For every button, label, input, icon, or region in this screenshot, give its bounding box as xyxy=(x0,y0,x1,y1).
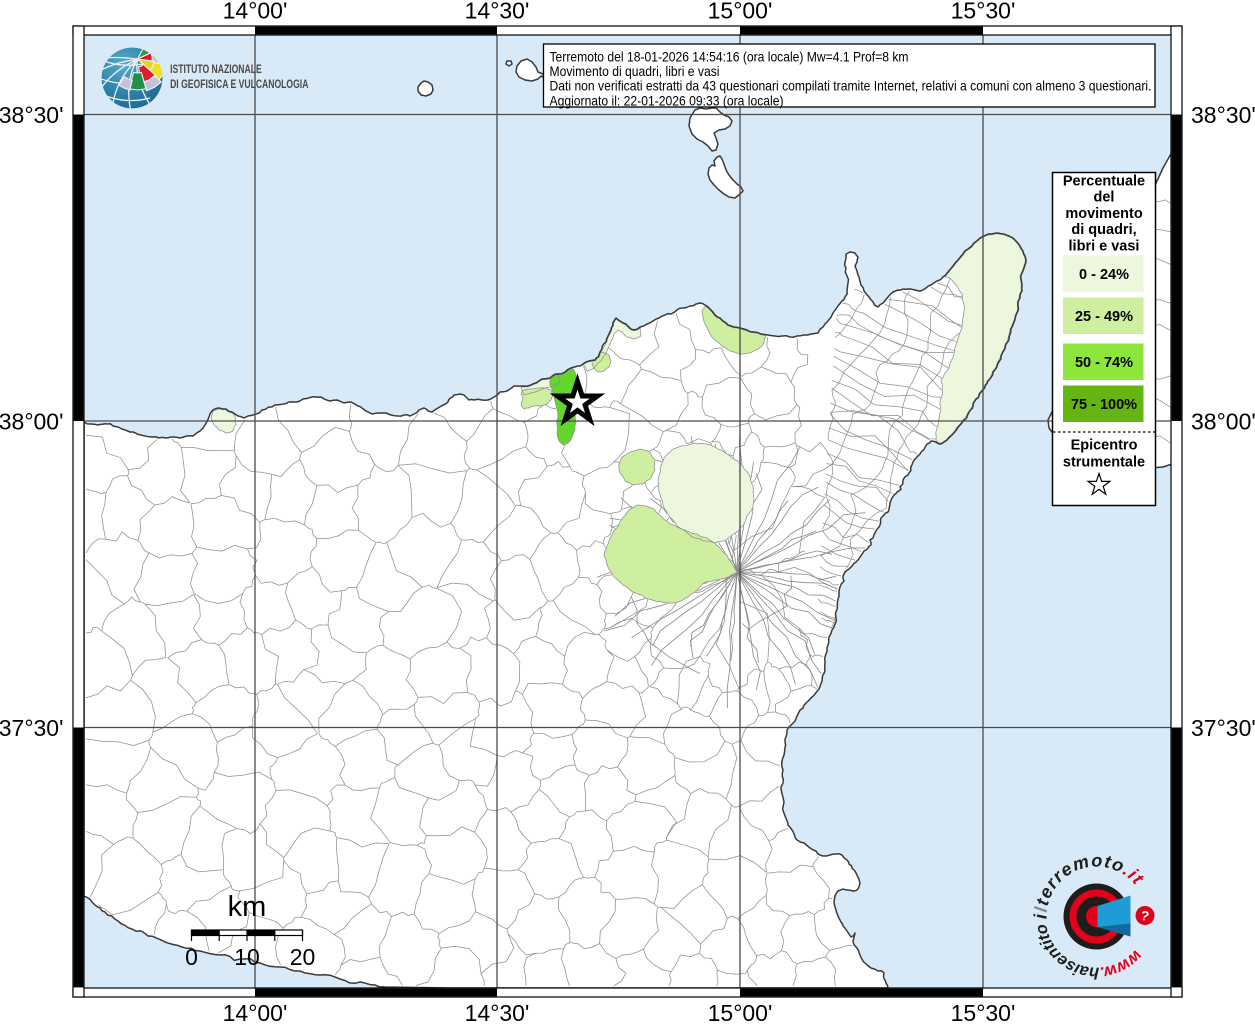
svg-text:Aggiornato il: 22-01-2026 09:3: Aggiornato il: 22-01-2026 09:33 (ora loc… xyxy=(550,92,784,108)
svg-text:movimento: movimento xyxy=(1065,206,1142,222)
svg-text:14°00': 14°00' xyxy=(223,0,288,24)
svg-text:37°30': 37°30' xyxy=(1191,715,1255,741)
svg-text:0: 0 xyxy=(185,944,198,970)
svg-text:0 - 24%: 0 - 24% xyxy=(1079,267,1129,283)
svg-text:15°30': 15°30' xyxy=(951,1000,1016,1024)
svg-text:ISTITUTO NAZIONALE: ISTITUTO NAZIONALE xyxy=(170,63,262,77)
svg-text:38°00': 38°00' xyxy=(0,409,64,435)
svg-text:15°00': 15°00' xyxy=(708,0,773,24)
svg-text:75 - 100%: 75 - 100% xyxy=(1071,397,1137,413)
svg-text:Epicentro: Epicentro xyxy=(1071,438,1138,454)
svg-text:14°00': 14°00' xyxy=(223,1000,288,1024)
svg-text:libri e vasi: libri e vasi xyxy=(1069,238,1140,254)
svg-text:15°30': 15°30' xyxy=(951,0,1016,24)
svg-text:38°30': 38°30' xyxy=(1191,102,1255,128)
svg-text:38°30': 38°30' xyxy=(0,102,64,128)
svg-text:di quadri,: di quadri, xyxy=(1071,222,1136,238)
svg-text:del: del xyxy=(1094,190,1115,206)
svg-text:10: 10 xyxy=(234,944,260,970)
svg-text:km: km xyxy=(228,891,267,923)
svg-text:DI GEOFISICA E VULCANOLOGIA: DI GEOFISICA E VULCANOLOGIA xyxy=(170,78,309,92)
svg-text:15°00': 15°00' xyxy=(708,1000,773,1024)
svg-text:Percentuale: Percentuale xyxy=(1063,174,1145,190)
svg-text:50 - 74%: 50 - 74% xyxy=(1075,355,1133,371)
svg-text:14°30': 14°30' xyxy=(465,1000,530,1024)
svg-text:25 - 49%: 25 - 49% xyxy=(1075,309,1133,325)
svg-text:14°30': 14°30' xyxy=(465,0,530,24)
svg-text:strumentale: strumentale xyxy=(1063,455,1145,471)
svg-text:38°00': 38°00' xyxy=(1191,409,1255,435)
svg-text:Movimento di quadri, libri e v: Movimento di quadri, libri e vasi xyxy=(550,63,720,79)
svg-text:20: 20 xyxy=(290,944,316,970)
svg-text:Terremoto del 18-01-2026 14:54: Terremoto del 18-01-2026 14:54:16 (ora l… xyxy=(550,49,909,65)
svg-text:37°30': 37°30' xyxy=(0,715,64,741)
svg-text:Dati non verificati estratti d: Dati non verificati estratti da 43 quest… xyxy=(550,78,1152,94)
